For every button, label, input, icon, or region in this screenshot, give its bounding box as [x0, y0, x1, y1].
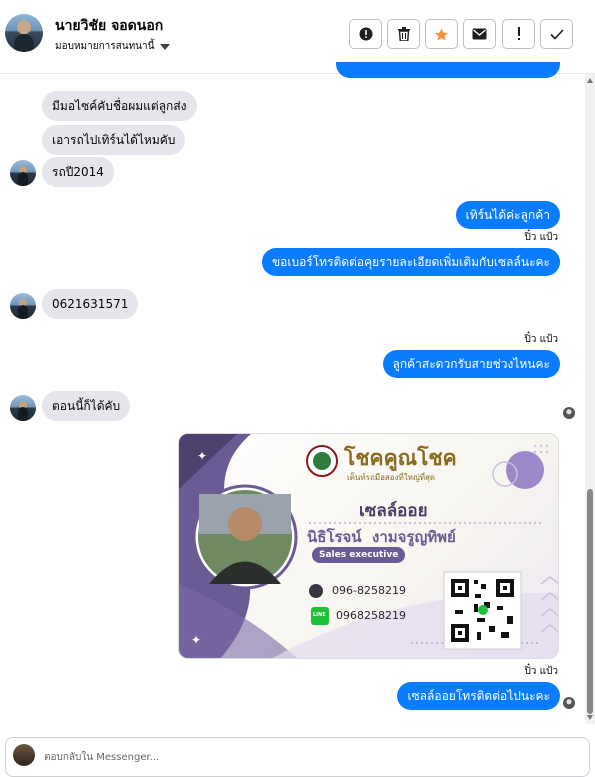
card-phone: 096-8258219: [332, 584, 406, 597]
read-receipt-avatar: [563, 407, 575, 419]
delete-button[interactable]: [387, 19, 420, 49]
thread-scrollbar[interactable]: [585, 74, 595, 724]
scroll-down-icon[interactable]: [587, 715, 593, 720]
outgoing-message[interactable]: เทิร์นได้ค่ะลูกค้า: [455, 201, 560, 229]
card-tagline: เต็นท์รถมือสองที่ใหญ่ที่สุด: [347, 473, 436, 482]
reply-composer[interactable]: ตอบกลับใน Messenger...: [5, 737, 590, 777]
scroll-up-icon[interactable]: [587, 78, 593, 83]
incoming-message[interactable]: รถปี2014: [42, 157, 114, 187]
star-button[interactable]: [425, 19, 458, 49]
card-nickname: เซลล์ออย: [359, 501, 428, 521]
sender-avatar[interactable]: [10, 293, 36, 319]
incoming-message[interactable]: ตอนนี้ก็ได้คับ: [42, 391, 131, 421]
sender-label: ปิ๋ว แป้ว: [524, 232, 558, 243]
sender-label: ปิ๋ว แป้ว: [524, 334, 558, 345]
mark-unread-button[interactable]: [463, 19, 496, 49]
exclamation-icon: [517, 27, 520, 40]
sender-label: ปิ๋ว แป้ว: [524, 666, 558, 677]
page-avatar: [13, 744, 35, 766]
outgoing-message[interactable]: เซลล์ออยโทรติดต่อไปนะคะ: [397, 682, 560, 710]
follow-up-button[interactable]: [502, 19, 535, 49]
card-fullname: นิธิโรจน์ งามจรูญทิพย์: [307, 528, 456, 546]
card-line: 0968258219: [336, 609, 406, 622]
outgoing-message[interactable]: ขอเบอร์โทรติดต่อคุยรายละเอียดเพิ่มเติมกั…: [261, 248, 560, 276]
sender-avatar[interactable]: [10, 160, 36, 186]
card-role: Sales executive: [312, 547, 406, 563]
svg-text:✦: ✦: [191, 633, 201, 647]
trash-icon: [397, 27, 410, 41]
business-card-image[interactable]: ✦ ✦ โชคคูณโชค เต็นท์รถมือสองที่ใหญ่ที่สุ…: [178, 433, 559, 659]
scrollbar-thumb[interactable]: [587, 489, 593, 714]
star-icon: [434, 27, 449, 41]
message-bubble-partial: [336, 62, 560, 78]
incoming-message[interactable]: เอารถไปเทิร์นได้ไหมคับ: [42, 125, 186, 155]
alert-circle-icon: [359, 27, 372, 41]
incoming-message[interactable]: มีมอไซค์คับชื่อผมแต่ลูกส่ง: [42, 91, 197, 121]
mail-icon: [472, 28, 487, 40]
incoming-message[interactable]: 0621631571: [42, 289, 139, 319]
contact-avatar[interactable]: [5, 14, 43, 52]
read-receipt-avatar: [563, 697, 575, 709]
contact-name[interactable]: นายวิชัย จอดนอก: [55, 15, 163, 37]
outgoing-message[interactable]: ลูกค้าสะดวกรับสายช่วงไหนคะ: [382, 350, 560, 378]
reply-input[interactable]: ตอบกลับใน Messenger...: [44, 750, 159, 765]
mark-done-button[interactable]: [540, 19, 573, 49]
svg-text:✦: ✦: [197, 449, 207, 463]
sender-avatar[interactable]: [10, 395, 36, 421]
line-logo-icon: LINE: [313, 612, 326, 618]
assign-conversation-dropdown[interactable]: มอบหมายการสนทนานี้: [55, 39, 171, 54]
mark-spam-button[interactable]: [349, 19, 382, 49]
check-icon: [549, 28, 564, 40]
assign-label: มอบหมายการสนทนานี้: [55, 41, 155, 52]
chevron-down-icon: [160, 43, 171, 50]
